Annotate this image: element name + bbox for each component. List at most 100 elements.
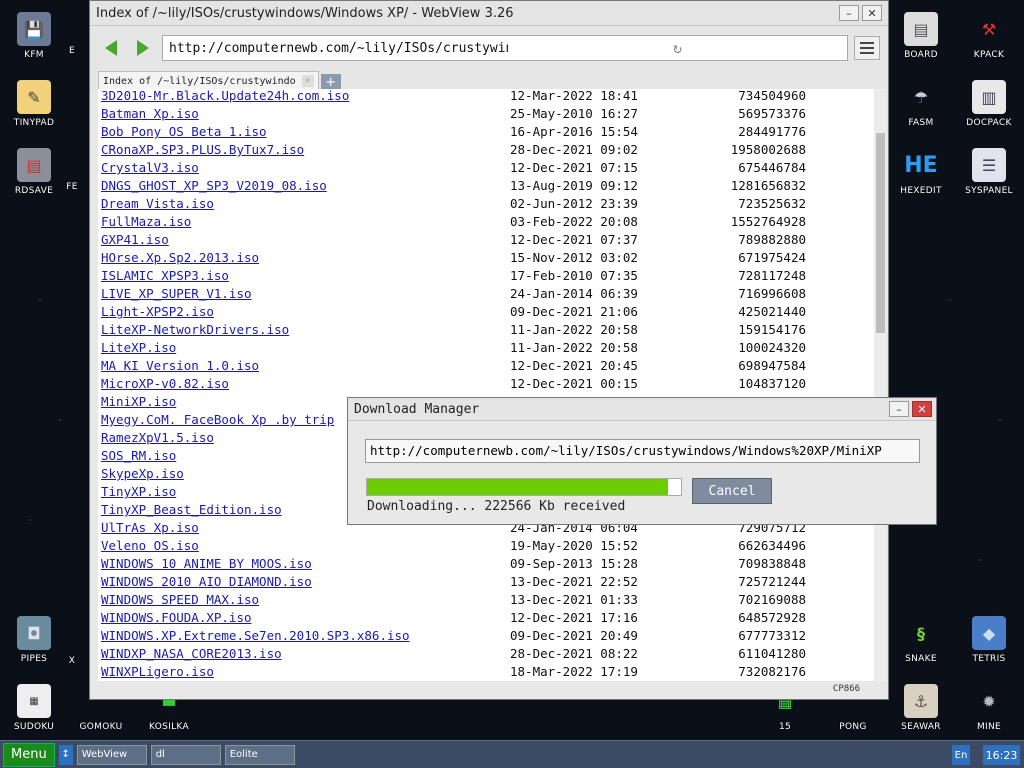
encoding-label[interactable]: CP866 — [833, 684, 860, 694]
forward-button[interactable] — [130, 36, 156, 60]
desktop-icon-label: X — [68, 656, 76, 666]
minimize-button[interactable]: – — [889, 401, 909, 417]
task-dl[interactable]: dl — [150, 744, 221, 765]
desktop-icon-syspanel[interactable]: ☰ SYSPANEL — [957, 148, 1021, 196]
new-tab-button[interactable]: + — [320, 74, 341, 90]
clock[interactable]: 16:23 — [983, 745, 1020, 765]
file-link[interactable]: TinyXP_Beast_Edition.iso — [101, 501, 282, 519]
download-manager-window[interactable]: Download Manager – ✕ http://computernewb… — [347, 397, 937, 525]
file-link[interactable]: WINDOWS.XP.Extreme.Se7en.2010.SP3.x86.is… — [101, 627, 410, 645]
desktop-icon-hexedit[interactable]: HE HEXEDIT — [889, 148, 953, 197]
file-link[interactable]: MicroXP-v0.82.iso — [101, 375, 229, 393]
desktop-icon-partial-fe[interactable]: FE — [54, 182, 90, 192]
hamburger-menu-button[interactable] — [854, 36, 880, 60]
vertical-scrollbar[interactable] — [874, 89, 886, 681]
file-size: 1281656832 — [730, 178, 806, 193]
table-row: WINDOWS 2010 AIO DIAMOND.iso 13-Dec-2021 … — [98, 573, 868, 591]
file-link[interactable]: WINDOWS 10 ANIME BY MOOS.iso — [101, 555, 312, 573]
file-link[interactable]: ISLAMIC XPSP3.iso — [101, 267, 229, 285]
file-date: 03-Feb-2022 20:08 — [510, 214, 638, 229]
desktop-icon-partial-x[interactable]: X — [54, 656, 90, 666]
desktop-icon-label: SEAWAR — [901, 722, 941, 732]
file-link[interactable]: CrystalV3.iso — [101, 159, 199, 177]
file-date: 09-Dec-2021 21:06 — [510, 304, 638, 319]
file-link[interactable]: Batman Xp.iso — [101, 105, 199, 123]
status-bar: CP866 — [90, 679, 888, 699]
file-link[interactable]: RamezXpV1.5.iso — [101, 429, 214, 447]
file-link[interactable]: WINDXP_NASA_CORE2013.iso — [101, 645, 282, 663]
desktop-icon-kpack[interactable]: ⚒ KPACK — [957, 12, 1021, 61]
file-size: 159154176 — [738, 322, 806, 337]
close-button[interactable]: ✕ — [912, 401, 932, 417]
desktop-icon-board[interactable]: ▤ BOARD — [889, 12, 953, 60]
file-date: 16-Apr-2016 15:54 — [510, 124, 638, 139]
file-date: 12-Dec-2021 07:15 — [510, 160, 638, 175]
file-date: 09-Dec-2021 20:49 — [510, 628, 638, 643]
language-indicator[interactable]: En — [952, 745, 970, 765]
desktop-icon-tinypad[interactable]: ✎ TINYPAD — [2, 80, 66, 128]
file-size: 728117248 — [738, 268, 806, 283]
floppy-icon: 💾 — [17, 12, 51, 46]
file-link[interactable]: FullMaza.iso — [101, 213, 191, 231]
file-size: 675446784 — [738, 160, 806, 175]
address-bar[interactable]: http://computernewb.com/~lily/ISOs/crust… — [162, 35, 848, 61]
file-link[interactable]: SOS_RM.iso — [101, 447, 176, 465]
desktop-icon-tetris[interactable]: ◆ TETRIS — [957, 616, 1021, 664]
file-link[interactable]: WINDOWS.FOUDA.XP.iso — [101, 609, 252, 627]
back-button[interactable] — [98, 36, 124, 60]
file-link[interactable]: WINDOWS SPEED MAX.iso — [101, 591, 259, 609]
file-link[interactable]: Myegy.CoM. FaceBook Xp .by trip — [101, 411, 334, 429]
sudoku-grid-icon: ▦ — [17, 684, 51, 718]
sliders-icon: ☰ — [972, 148, 1006, 182]
file-link[interactable]: MiniXP.iso — [101, 393, 176, 411]
file-link[interactable]: WINDOWS 2010 AIO DIAMOND.iso — [101, 573, 312, 591]
table-row: LiteXP-NetworkDrivers.iso 11-Jan-2022 20:… — [98, 321, 868, 339]
hexedit-icon: HE — [904, 152, 938, 178]
file-size: 611041280 — [738, 646, 806, 661]
minimize-button[interactable]: – — [839, 5, 859, 21]
window-title: Index of /~lily/ISOs/crustywindows/Windo… — [96, 5, 514, 21]
snake-icon: § — [917, 623, 925, 643]
file-link[interactable]: Dream Vista.iso — [101, 195, 214, 213]
tab-index[interactable]: Index of /~lily/ISOs/crustywindo × — [98, 71, 319, 90]
scrollbar-thumb[interactable] — [876, 133, 885, 333]
file-link[interactable]: Veleno OS.iso — [101, 537, 199, 555]
file-link[interactable]: Bob Pony OS Beta 1.iso — [101, 123, 267, 141]
task-webview[interactable]: WebView — [76, 744, 147, 765]
file-link[interactable]: SkypeXp.iso — [101, 465, 184, 483]
desktop-icon-partial-e[interactable]: E — [54, 46, 90, 56]
file-link[interactable]: DNGS_GHOST_XP_SP3_V2019_08.iso — [101, 177, 327, 195]
file-link[interactable]: LiteXP-NetworkDrivers.iso — [101, 321, 289, 339]
close-button[interactable]: ✕ — [862, 5, 882, 21]
file-link[interactable]: LIVE_XP_SUPER_V1.iso — [101, 285, 252, 303]
file-link[interactable]: CRonaXP.SP3.PLUS.ByTux7.iso — [101, 141, 304, 159]
download-url-field[interactable]: http://computernewb.com/~lily/ISOs/crust… — [365, 439, 920, 463]
file-link[interactable]: TinyXP.iso — [101, 483, 176, 501]
file-link[interactable]: MA KI Version 1.0.iso — [101, 357, 259, 375]
file-link[interactable]: UlTrAs Xp.iso — [101, 519, 199, 537]
file-link[interactable]: Light-XPSP2.iso — [101, 303, 214, 321]
desktop-icon-seawar[interactable]: ⚓ SEAWAR — [889, 684, 953, 732]
desktop-icon-snake[interactable]: § SNAKE — [889, 616, 953, 665]
file-link[interactable]: LiteXP.iso — [101, 339, 176, 357]
file-link[interactable]: 3D2010-Mr.Black.Update24h.com.iso — [101, 89, 349, 105]
file-link[interactable]: HOrse.Xp.Sp2.2013.iso — [101, 249, 259, 267]
menu-line-icon — [860, 42, 874, 44]
webview-window[interactable]: Index of /~lily/ISOs/crustywindows/Windo… — [89, 0, 889, 700]
desktop-icon-label: TINYPAD — [13, 118, 55, 128]
tab-close-icon[interactable]: × — [301, 75, 314, 87]
download-manager-titlebar[interactable]: Download Manager – ✕ — [348, 398, 936, 421]
webview-titlebar[interactable]: Index of /~lily/ISOs/crustywindows/Windo… — [90, 1, 888, 26]
desktop-icon-fasm[interactable]: ☂ FASM — [889, 80, 953, 129]
file-link[interactable]: GXP41.iso — [101, 231, 169, 249]
file-date: 28-Dec-2021 09:02 — [510, 142, 638, 157]
task-eolite[interactable]: Eolite — [224, 744, 295, 765]
cancel-button[interactable]: Cancel — [692, 478, 772, 504]
start-menu-button[interactable]: Menu — [3, 742, 55, 767]
file-size: 671975424 — [738, 250, 806, 265]
task-switch-icon[interactable]: ↕ — [58, 744, 73, 765]
reload-icon[interactable]: ↻ — [508, 39, 847, 57]
desktop-icon-docpack[interactable]: ▥ DOCPACK — [957, 80, 1021, 128]
desktop-icon-mine[interactable]: ✹ MINE — [957, 684, 1021, 733]
desktop-icon-sudoku[interactable]: ▦ SUDOKU — [2, 684, 66, 732]
